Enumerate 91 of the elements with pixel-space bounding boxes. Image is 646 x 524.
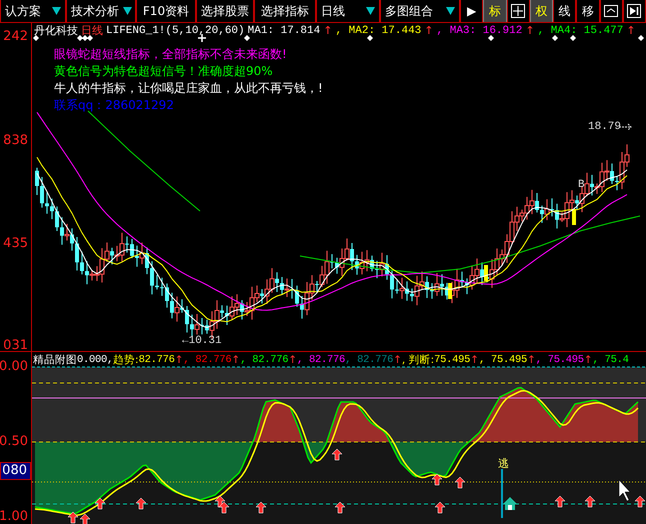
up-arrow-icon [214,496,226,508]
signal-line [501,469,503,518]
grid-icon [511,4,526,18]
low-price-label: ←10.31 [182,335,222,347]
moving-average-value: MA1: 17.814 [248,24,320,38]
toolbar-button[interactable]: 选择指标 [254,0,316,22]
up-arrow-icon [256,502,266,514]
judge-value: , 75.495 [536,353,584,367]
toolbar-button[interactable]: 权 [530,0,553,22]
dropdown-button[interactable]: 认方案 [0,0,66,22]
judge-label: , 判断: [402,353,434,367]
arrow-icon [618,124,632,130]
trend-arrow: ↑ [626,24,636,38]
toolbar-button[interactable]: 标 [483,0,506,22]
up-arrow-icon [94,498,106,510]
trend-arrow: ↑ [174,353,184,367]
toolbar-button[interactable]: 移 [576,0,600,22]
trend-arrow: ↑ [424,24,434,38]
judge-value: , 75.4 [592,353,629,367]
window-button[interactable] [600,0,623,22]
mouse-pointer-icon [618,480,630,502]
up-arrow-icon [218,502,230,514]
up-arrow-icon [634,496,646,508]
toolbar-button[interactable]: 选择股票 [196,0,254,22]
price-axis-label: 838 [3,133,28,149]
dropdown-button[interactable]: 日线 [316,0,380,22]
escape-signal-label: 逃 [498,456,509,471]
signal-candle [572,209,576,225]
trend-value: , 82.776 [297,353,346,367]
dropdown-button[interactable]: 多图组合 [380,0,460,22]
indicator-value: 0.000, [77,353,114,367]
indicator-note: 牛人的牛指标，让你喝足庄家血，从此不再亏钱，! [54,81,323,96]
indicator-axis-label: 1.00 [0,509,28,524]
trend-arrow: ↑ [323,24,332,38]
trend-arrow: ↑ [231,353,240,367]
indicator-axis-label: 0.50 [0,434,28,450]
up-arrow-icon [584,496,596,508]
trend-label: 趋势: [113,353,139,367]
indicator-axis-label: 0.00 [0,359,28,375]
up-arrow-icon [334,502,346,514]
price-axis-label: 031 [3,338,28,354]
price-axis-label: 435 [3,236,28,252]
indicator-title: 精品附图 [33,353,77,367]
indicator-name: LIFENG_1!(5,10,20,60) [106,24,245,38]
trend-arrow: ↑ [393,353,402,367]
indicator-note: 联系qq：286021292 [54,98,175,113]
dropdown-button[interactable]: 技术分析 [66,0,136,22]
skip-forward-icon [627,4,642,18]
up-arrow-icon [136,498,146,510]
moving-average-value: , MA3: 16.912 [436,24,522,38]
caret-icon [366,7,375,15]
trend-value: , 82.776 [183,353,232,367]
indicator-note: 黄色信号为特色超短信号！准确度超90% [54,64,274,79]
judge-value: 75.495 [434,353,470,367]
next-button[interactable] [622,0,646,22]
signal-candle [448,283,452,299]
trend-arrow: ↑ [526,353,536,367]
up-arrow-icon [554,496,566,508]
toolbar-button[interactable]: F10资料 [136,0,196,22]
indicator-note: 眼镜蛇超短线指标，全部指标不含未来函数! [54,47,288,62]
house-icon [503,497,517,510]
up-arrow-icon [434,502,446,514]
trend-arrow: ↑ [584,353,593,367]
trend-arrow: ↑ [470,353,479,367]
trend-value: , 82.776 [345,353,394,367]
judge-value: , 75.495 [478,353,527,367]
caret-icon [52,7,61,15]
caret-icon [123,7,132,15]
current-value-badge: 080 [0,462,31,480]
trend-arrow: ↑ [288,353,298,367]
caret-icon [446,7,455,15]
signal-candle [484,265,488,281]
buy-signal-label: B [578,179,585,191]
up-arrow-icon [454,476,466,488]
stock-name: 丹化科技 [34,24,78,38]
trend-arrow: ↑ [525,24,535,38]
up-arrow-icon [68,512,78,524]
moving-average-value: , MA2: 17.443 [335,24,422,38]
trend-value: , 82.776 [240,353,288,367]
moving-average-value: , MA4: 15.477 [538,24,624,38]
period-label: 日线 [81,24,103,38]
price-axis-label: 242 [3,29,28,45]
up-arrow-icon [332,448,342,460]
high-price-label: 18.79 [588,121,622,133]
toolbar-button[interactable]: ▶ [460,0,484,22]
grid-button[interactable] [506,0,530,22]
toolbar-button[interactable]: 线 [553,0,576,22]
up-arrow-icon [432,474,442,486]
trend-value: 82.776 [138,353,175,367]
up-arrow-icon [80,514,90,524]
window-icon [604,5,618,17]
